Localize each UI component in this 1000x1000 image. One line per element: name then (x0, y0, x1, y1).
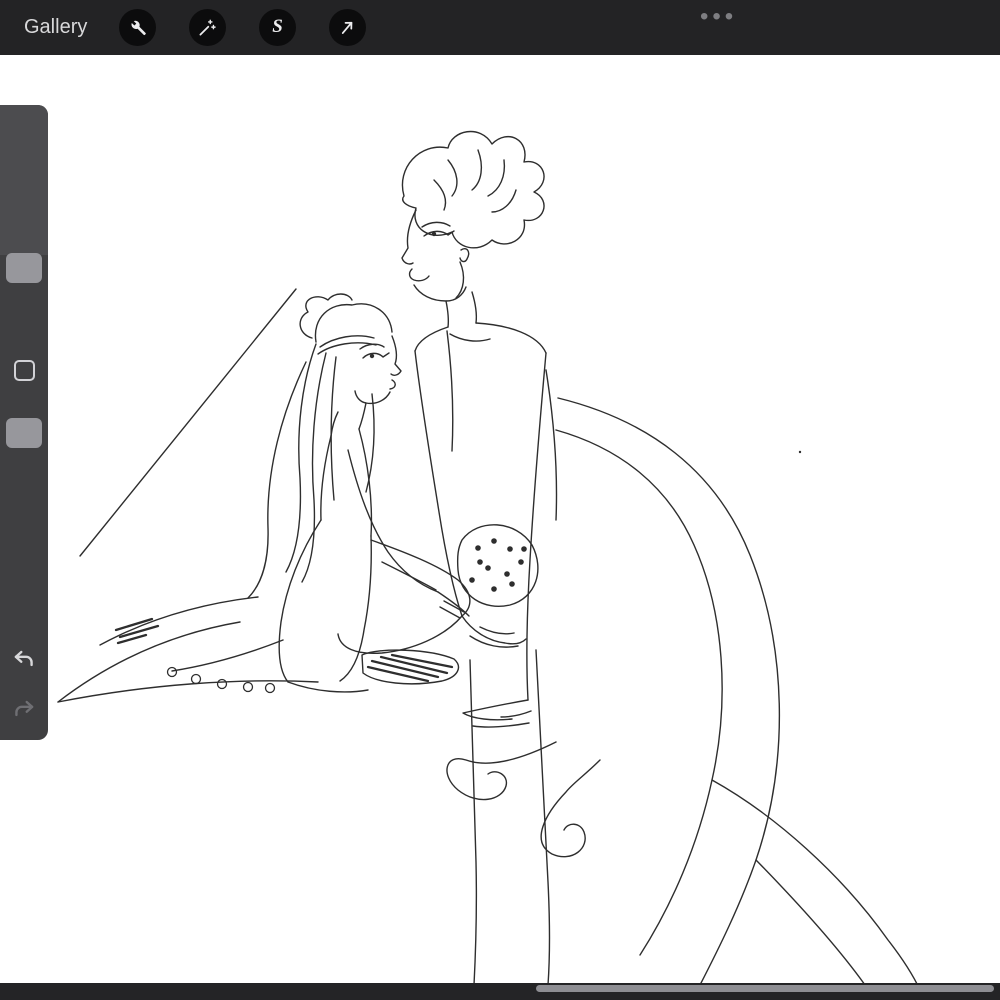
tentacles-sketch (446, 741, 601, 858)
gallery-button[interactable]: Gallery (24, 0, 87, 55)
standing-figure-sketch (401, 130, 558, 986)
actions-button[interactable] (119, 9, 156, 46)
bottom-edge (0, 983, 1000, 1000)
transform-arrow-icon (341, 21, 353, 34)
transform-button[interactable] (329, 9, 366, 46)
girl-sketch (171, 293, 471, 693)
horizontal-scrollbar[interactable] (536, 985, 994, 992)
redo-button[interactable] (0, 695, 48, 723)
brush-sidebar (0, 105, 48, 740)
selection-button[interactable]: S (259, 9, 296, 46)
spotted-cloth-sketch (456, 524, 539, 607)
ellipsis-icon[interactable]: ••• (700, 0, 737, 40)
undo-button[interactable] (0, 645, 48, 673)
magic-wand-icon (199, 19, 216, 36)
redo-arrow-icon (15, 700, 34, 717)
canvas-drawing[interactable] (0, 0, 1000, 1000)
adjustments-button[interactable] (189, 9, 226, 46)
tail-sketch (555, 397, 921, 996)
selection-s-icon: S (272, 15, 283, 37)
undo-arrow-icon (14, 650, 33, 667)
top-toolbar: Gallery S ••• (0, 0, 1000, 55)
modify-square-icon (13, 359, 35, 381)
modify-button[interactable] (0, 355, 48, 385)
brush-size-handle[interactable] (6, 253, 42, 283)
wrench-icon (131, 20, 146, 36)
coat-buttons (166, 666, 276, 694)
brush-size-fill (0, 105, 48, 255)
app-screen: Gallery S ••• (0, 0, 1000, 1000)
brush-opacity-handle[interactable] (6, 418, 42, 448)
